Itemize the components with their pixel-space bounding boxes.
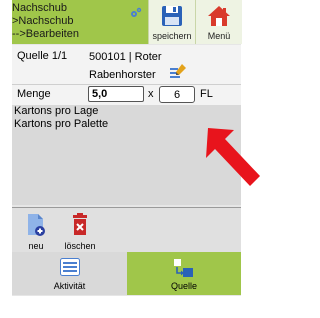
new-button-label: neu — [28, 241, 44, 251]
delete-button-label: löschen — [64, 241, 96, 251]
quelle-label: Quelle 1/1 — [17, 50, 68, 62]
breadcrumb-level-1: Nachschub — [12, 2, 68, 14]
unit-label: FL — [200, 88, 213, 100]
tab-bar: Aktivität Quelle — [12, 252, 241, 295]
menu-button[interactable]: Menü — [195, 0, 242, 44]
menge-row: Menge x FL — [12, 85, 241, 106]
menu-button-label: Menü — [207, 31, 231, 41]
save-icon — [162, 6, 182, 26]
list-icon — [59, 258, 80, 276]
quelle-row: Quelle 1/1 500101 | Roter Rabenhorster — [12, 45, 241, 85]
menge-input[interactable] — [88, 86, 144, 102]
multiply-sign: x — [148, 88, 154, 100]
save-button-label: speichern — [152, 31, 192, 41]
new-button[interactable]: neu — [18, 211, 54, 251]
save-button[interactable]: speichern — [148, 0, 195, 44]
delete-button[interactable]: löschen — [62, 211, 98, 251]
menge-label: Menge — [17, 88, 51, 100]
trash-icon — [73, 213, 87, 235]
count-input[interactable] — [159, 86, 195, 103]
tab-quelle-label: Quelle — [170, 281, 197, 291]
home-icon — [208, 6, 230, 26]
info-line-kartons-lage: Kartons pro Lage — [14, 105, 99, 117]
breadcrumb-level-3: -->Bearbeiten — [12, 28, 79, 40]
arrow-icon — [206, 128, 260, 186]
breadcrumb: Nachschub >Nachschub -->Bearbeiten — [12, 2, 132, 41]
new-document-icon — [28, 214, 45, 236]
tab-quelle[interactable]: Quelle — [127, 252, 241, 295]
breadcrumb-level-2: >Nachschub — [12, 15, 74, 27]
gear-icon[interactable] — [129, 6, 143, 20]
edit-icon[interactable] — [169, 62, 187, 80]
tab-aktivitaet[interactable]: Aktivität — [12, 252, 127, 295]
header: Nachschub >Nachschub -->Bearbeiten speic… — [12, 0, 242, 44]
transfer-icon — [174, 259, 193, 277]
tab-aktivitaet-label: Aktivität — [53, 281, 86, 291]
action-bar: neu löschen — [12, 208, 241, 252]
